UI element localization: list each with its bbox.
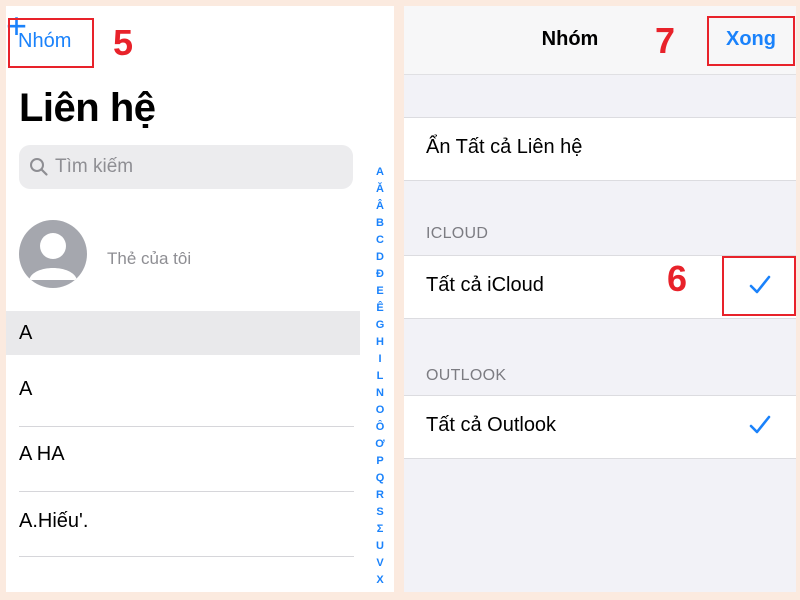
index-letter[interactable]: V [370, 555, 390, 572]
index-letter[interactable]: N [370, 385, 390, 402]
index-letter[interactable]: E [370, 283, 390, 300]
index-letter[interactable]: R [370, 487, 390, 504]
index-letter[interactable]: Ʃ [370, 521, 390, 538]
index-letter[interactable]: Ê [370, 300, 390, 317]
index-letter[interactable]: A [370, 164, 390, 181]
outlook-section-header: OUTLOOK [426, 367, 507, 384]
index-letter[interactable]: Ă [370, 181, 390, 198]
index-letter[interactable]: L [370, 368, 390, 385]
index-letter[interactable]: Đ [370, 266, 390, 283]
page-title: Liên hệ [19, 86, 156, 130]
my-card-label[interactable]: Thẻ của tôi [107, 249, 191, 269]
index-letter[interactable]: H [370, 334, 390, 351]
index-letter[interactable]: O [370, 402, 390, 419]
index-letter[interactable]: S [370, 504, 390, 521]
index-letter[interactable]: Z [370, 589, 390, 592]
annotation-step-6: 6 [667, 258, 688, 299]
person-avatar-icon[interactable] [19, 220, 87, 288]
annotation-step-5: 5 [113, 22, 134, 63]
section-header-label: A [19, 322, 33, 344]
index-letter[interactable]: Ơ [370, 436, 390, 453]
index-letter[interactable]: X [370, 572, 390, 589]
hide-all-contacts-label: Ẩn Tất cả Liên hệ [426, 136, 583, 158]
divider [19, 556, 354, 557]
checkmark-icon [748, 413, 772, 442]
index-letter[interactable]: P [370, 453, 390, 470]
index-letter[interactable]: G [370, 317, 390, 334]
index-letter[interactable]: D [370, 249, 390, 266]
icloud-section-header: ICLOUD [426, 225, 489, 242]
hide-all-contacts-row[interactable]: Ẩn Tất cả Liên hệ [404, 117, 796, 181]
annotation-box-groups [8, 18, 94, 68]
contact-item[interactable]: A HA [19, 443, 65, 466]
index-letter[interactable]: C [370, 232, 390, 249]
divider [19, 491, 354, 492]
all-outlook-label: Tất cả Outlook [426, 414, 557, 436]
contact-item[interactable]: A.Hiếu'. [19, 510, 88, 533]
annotation-step-7: 7 [655, 20, 676, 61]
index-letter[interactable]: Ô [370, 419, 390, 436]
search-placeholder: Tìm kiếm [55, 156, 134, 177]
contacts-panel: Nhóm + Liên hệ Tìm kiếm Thẻ của tôi A A … [6, 6, 394, 592]
annotation-box-done [707, 16, 795, 66]
search-field[interactable]: Tìm kiếm [19, 145, 353, 189]
index-letter[interactable]: B [370, 215, 390, 232]
index-letter[interactable]: U [370, 538, 390, 555]
index-letter[interactable]: Â [370, 198, 390, 215]
search-icon [29, 157, 49, 182]
all-icloud-label: Tất cả iCloud [426, 274, 544, 296]
section-header: A [6, 311, 360, 355]
alphabet-index[interactable]: AĂÂBCDĐEÊGHILNOÔƠPQRSƩUVXZ# [370, 164, 390, 592]
contact-item[interactable]: A [19, 378, 32, 401]
divider [19, 426, 354, 427]
index-letter[interactable]: I [370, 351, 390, 368]
annotation-box-icloud-check [722, 256, 796, 316]
all-outlook-row[interactable]: Tất cả Outlook [404, 395, 796, 459]
index-letter[interactable]: Q [370, 470, 390, 487]
